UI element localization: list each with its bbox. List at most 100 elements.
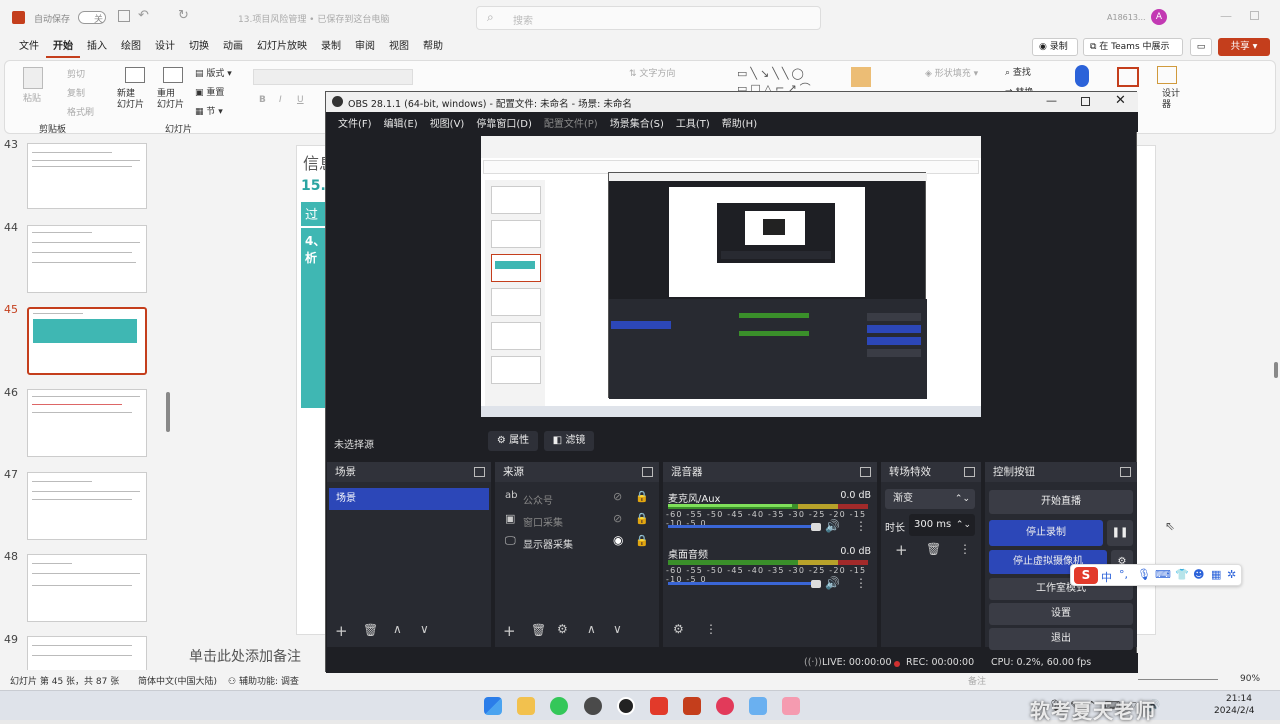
tab-insert[interactable]: 插入 [80, 36, 114, 58]
source-item[interactable]: 🖵 显示器采集 ◉ 🔒 [495, 532, 659, 552]
lock-icon[interactable]: 🔒 [635, 490, 649, 503]
layout-button[interactable]: ▤ 版式 ▾ [195, 66, 232, 79]
tab-transitions[interactable]: 切换 [182, 36, 216, 58]
mic-icon[interactable]: 🎙 [1137, 568, 1151, 581]
punctuation-icon[interactable]: °, [1119, 568, 1128, 581]
kebab-menu-icon[interactable]: ⋮ [959, 542, 971, 556]
underline-button[interactable]: U [297, 95, 304, 105]
settings-button[interactable]: 设置 [989, 603, 1133, 625]
lock-icon[interactable]: 🔒 [635, 534, 649, 547]
dock-icon[interactable] [474, 467, 485, 477]
stop-record-button[interactable]: 停止录制 [989, 520, 1103, 546]
paste-icon[interactable] [23, 67, 43, 89]
tab-design[interactable]: 设计 [148, 36, 182, 58]
slide-thumbnail-selected[interactable] [27, 307, 147, 375]
avatar[interactable]: A [1151, 9, 1167, 25]
filters-button[interactable]: ◧ 滤镜 [544, 431, 594, 451]
tab-file[interactable]: 文件 [12, 36, 46, 58]
save-icon[interactable] [118, 10, 130, 22]
dictate-icon[interactable] [1075, 65, 1089, 87]
tab-draw[interactable]: 绘图 [114, 36, 148, 58]
format-painter-button[interactable]: 格式刷 [67, 105, 94, 118]
arrange-icon[interactable] [851, 67, 871, 87]
teams-button[interactable]: ⧉ 在 Teams 中展示 [1083, 38, 1183, 56]
slide-thumbnail[interactable] [27, 389, 147, 457]
language-status[interactable]: 简体中文(中国大陆) [138, 674, 217, 687]
dock-icon[interactable] [642, 467, 653, 477]
notes-button[interactable]: 备注 [968, 674, 986, 687]
tab-review[interactable]: 审阅 [348, 36, 382, 58]
main-scrollbar[interactable] [1274, 362, 1278, 378]
emoji-icon[interactable]: ☻ [1193, 568, 1204, 581]
skin-icon[interactable]: 👕 [1175, 568, 1189, 581]
slide-thumbnail[interactable] [27, 636, 147, 672]
speaker-icon[interactable]: 🔊 [825, 576, 840, 590]
desktop-volume-slider[interactable] [668, 582, 818, 585]
app-icon[interactable] [584, 697, 602, 715]
tab-view[interactable]: 视图 [382, 36, 416, 58]
maximize-icon[interactable] [1250, 11, 1259, 20]
obs-menu-scene-collection[interactable]: 场景集合(S) [604, 115, 670, 130]
dock-icon[interactable] [964, 467, 975, 477]
toolbox-icon[interactable]: ▦ [1211, 568, 1221, 581]
app-icon[interactable] [782, 697, 800, 715]
slide-thumbnail[interactable] [27, 472, 147, 540]
visible-eye-icon[interactable]: ◉ [613, 533, 623, 547]
comments-icon[interactable]: ▭ [1190, 38, 1212, 56]
exit-button[interactable]: 退出 [989, 628, 1133, 650]
new-slide-button[interactable]: 新建 幻灯片 [117, 89, 144, 111]
record-button[interactable]: ◉ 录制 [1032, 38, 1078, 56]
remove-scene-icon[interactable]: 🗑 [363, 623, 378, 637]
bold-button[interactable]: B [259, 95, 266, 105]
reuse-slide-icon[interactable] [163, 67, 183, 83]
dock-icon[interactable] [1120, 467, 1131, 477]
obs-preview[interactable] [481, 136, 981, 417]
tab-record[interactable]: 录制 [314, 36, 348, 58]
add-source-icon[interactable]: + [503, 622, 516, 640]
undo-icon[interactable]: ↶ [138, 8, 149, 23]
cut-button[interactable]: 剪切 [67, 67, 85, 80]
hidden-eye-icon[interactable]: ⊘ [613, 490, 622, 503]
find-button[interactable]: ⌕ 查找 [1005, 65, 1031, 78]
remove-source-icon[interactable]: 🗑 [531, 623, 546, 637]
tab-animations[interactable]: 动画 [216, 36, 250, 58]
source-settings-icon[interactable]: ⚙ [557, 622, 568, 636]
properties-button[interactable]: ⚙ 属性 [488, 431, 538, 451]
obs-menu-profile[interactable]: 配置文件(P) [538, 115, 604, 130]
obs-menu-help[interactable]: 帮助(H) [716, 115, 763, 130]
kebab-menu-icon[interactable]: ⋮ [705, 622, 717, 636]
reset-button[interactable]: ▣ 重置 [195, 85, 224, 98]
wechat-icon[interactable] [550, 697, 568, 715]
scene-item[interactable]: 场景 [329, 488, 489, 510]
source-item[interactable]: ▣ 窗口采集 ⊘ 🔒 [495, 510, 659, 530]
slide-thumbnail[interactable] [27, 143, 147, 209]
share-button[interactable]: 共享 ▾ [1218, 38, 1270, 56]
slide-thumbnail[interactable] [27, 554, 147, 622]
text-direction-button[interactable]: ⇅ 文字方向 [629, 66, 675, 79]
settings-gear-icon[interactable]: ✲ [1227, 568, 1236, 581]
sogou-logo-icon[interactable]: S [1074, 567, 1098, 584]
move-up-icon[interactable]: ∧ [393, 622, 402, 636]
slide-thumbnail[interactable] [27, 225, 147, 293]
app-icon[interactable] [650, 697, 668, 715]
mic-volume-slider[interactable] [668, 525, 818, 528]
designer-button[interactable]: 设计器 [1162, 89, 1180, 111]
move-down-icon[interactable]: ∨ [613, 622, 622, 636]
source-item[interactable]: ab 公众号 ⊘ 🔒 [495, 488, 659, 508]
pause-record-icon[interactable]: ❚❚ [1107, 520, 1133, 546]
obs-menu-docks[interactable]: 停靠窗口(D) [470, 115, 538, 130]
tab-slideshow[interactable]: 幻灯片放映 [250, 36, 314, 58]
reuse-slide-button[interactable]: 重用 幻灯片 [157, 89, 184, 111]
desktop-volume-knob[interactable] [811, 580, 821, 588]
zoom-slider[interactable] [1138, 679, 1218, 680]
paste-button[interactable]: 粘贴 [23, 91, 41, 104]
accessibility-status[interactable]: ⚇ 辅助功能: 调查 [228, 674, 299, 687]
start-icon[interactable] [484, 697, 502, 715]
app-icon[interactable] [749, 697, 767, 715]
lock-icon[interactable]: 🔒 [635, 512, 649, 525]
new-slide-icon[interactable] [125, 67, 145, 83]
tab-home[interactable]: 开始 [46, 36, 80, 58]
speaker-icon[interactable]: 🔊 [825, 519, 840, 533]
clock-time[interactable]: 21:14 [1226, 694, 1252, 704]
obs-close-icon[interactable]: ✕ [1115, 93, 1126, 108]
